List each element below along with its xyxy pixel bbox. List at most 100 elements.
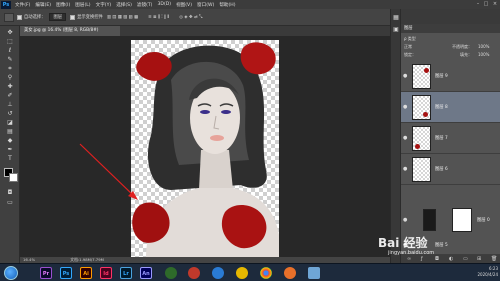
taskbar-app-chrome-icon[interactable] — [260, 267, 272, 279]
taskbar-app-indesign[interactable]: Id — [100, 267, 112, 279]
gradient-tool-icon[interactable]: ▤ — [4, 127, 16, 136]
show-transform-checkbox[interactable] — [70, 14, 76, 20]
quick-select-tool-icon[interactable]: ✎ — [4, 55, 16, 64]
menu-edit[interactable]: 编辑(E) — [35, 2, 51, 8]
menu-image[interactable]: 图像(I) — [56, 2, 70, 8]
mask-layer-row[interactable]: ● 图层 0 — [401, 205, 500, 235]
menu-help[interactable]: 帮助(H) — [219, 2, 235, 8]
lasso-tool-icon[interactable]: ℓ — [4, 46, 16, 55]
brush-tool-icon[interactable]: ✐ — [4, 91, 16, 100]
layer-filter-row[interactable]: ρ 类型 — [404, 35, 498, 42]
pen-tool-icon[interactable]: ✒ — [4, 145, 16, 154]
start-button[interactable] — [4, 266, 18, 280]
layers-panel-tab[interactable]: 图层 — [401, 24, 500, 33]
photoshop-logo: Ps — [1, 0, 11, 9]
marquee-tool-icon[interactable]: ⬚ — [4, 37, 16, 46]
panel-top-area — [401, 9, 500, 24]
collapsed-panel-strip: ▦ ▣ — [390, 9, 400, 263]
layer-mask-thumbnail[interactable] — [452, 208, 472, 232]
taskbar-app-yellow-icon[interactable] — [236, 267, 248, 279]
annotation-arrow — [79, 143, 138, 200]
menu-bar: Ps 文件(F) 编辑(E) 图像(I) 图层(L) 文字(Y) 选择(S) 滤… — [0, 0, 500, 9]
quick-mask-icon[interactable]: ◘ — [4, 188, 16, 197]
watermark-logo-text: Bai 经验 — [378, 236, 428, 250]
taskbar-app-green-icon[interactable] — [165, 267, 177, 279]
taskbar-app-qq-icon[interactable] — [212, 267, 224, 279]
visibility-eye-icon[interactable]: ● — [403, 135, 409, 141]
fill-label: 填充： — [460, 52, 472, 57]
layer-row[interactable]: ● 图层 9 — [401, 61, 500, 92]
clone-stamp-tool-icon[interactable]: ⊥ — [4, 100, 16, 109]
opacity-value[interactable]: 100% — [478, 43, 489, 50]
blend-mode-select[interactable]: 正常 — [404, 44, 412, 49]
layers-tab-label[interactable]: 图层 — [404, 26, 413, 31]
taskbar-app-premiere[interactable]: Pr — [40, 267, 52, 279]
watermark-url: jingyan.baidu.com — [388, 250, 435, 256]
layer-thumbnail — [412, 157, 431, 182]
eraser-tool-icon[interactable]: ◪ — [4, 118, 16, 127]
lock-label: 锁定： — [404, 52, 416, 57]
eyedropper-tool-icon[interactable]: ⚲ — [4, 73, 16, 82]
visibility-eye-icon[interactable]: ● — [403, 104, 409, 110]
properties-panel-icon[interactable]: ▣ — [392, 25, 400, 34]
move-tool-icon[interactable] — [4, 12, 14, 22]
menu-3d[interactable]: 3D(D) — [157, 2, 171, 7]
layer-row[interactable]: ● 图层 6 — [401, 154, 500, 185]
layer-thumbnail — [412, 95, 431, 120]
layer-row[interactable]: ● 图层 7 — [401, 123, 500, 154]
taskbar-app-orange-icon[interactable] — [284, 267, 296, 279]
layer-row-selected[interactable]: ● 图层 8 — [401, 92, 500, 123]
screen-mode-icon[interactable]: ▭ — [4, 198, 16, 207]
crop-tool-icon[interactable]: ⌗ — [4, 64, 16, 73]
history-brush-tool-icon[interactable]: ↺ — [4, 109, 16, 118]
minimize-icon[interactable]: – — [474, 0, 482, 9]
align-icons[interactable]: ▥ ▤ ▦ ▧ ▨ ▩ — [107, 15, 138, 20]
layer-thumbnail — [412, 64, 431, 89]
history-panel-icon[interactable]: ▦ — [392, 13, 400, 22]
layer-name[interactable]: 图层 7 — [435, 135, 448, 141]
taskbar-app-illustrator[interactable]: Ai — [80, 267, 92, 279]
taskbar-app-colorful-icon[interactable] — [188, 267, 200, 279]
visibility-eye-icon[interactable]: ● — [403, 217, 407, 223]
clock-date: 2020/4/24 — [477, 272, 498, 277]
auto-select-checkbox[interactable] — [17, 14, 22, 20]
menu-layer[interactable]: 图层(L) — [75, 2, 90, 8]
healing-brush-tool-icon[interactable]: ✚ — [4, 82, 16, 91]
taskbar-app-lightroom[interactable]: Lr — [120, 267, 132, 279]
layer-name[interactable]: 图层 8 — [435, 104, 448, 110]
system-clock[interactable]: 6:23 2020/4/24 — [470, 266, 498, 280]
menu-view[interactable]: 视图(V) — [176, 2, 192, 8]
background-color-swatch[interactable] — [9, 173, 18, 182]
delete-layer-icon[interactable]: 🗑 — [491, 256, 497, 262]
layer-thumbnail — [412, 126, 431, 151]
document-info[interactable]: 文档:1.98M/7.79M — [70, 257, 104, 262]
layer-name[interactable]: 图层 0 — [477, 217, 490, 223]
menu-select[interactable]: 选择(S) — [116, 2, 132, 8]
close-icon[interactable]: × — [491, 0, 499, 9]
auto-select-dropdown[interactable]: 图层 — [49, 13, 67, 21]
taskbar-app-animate[interactable]: An — [140, 267, 152, 279]
visibility-eye-icon[interactable]: ● — [403, 166, 409, 172]
layer-name[interactable]: 图层 6 — [435, 166, 448, 172]
maximize-icon[interactable]: □ — [482, 0, 490, 9]
visibility-eye-icon[interactable]: ● — [403, 73, 409, 79]
blur-tool-icon[interactable]: ◆ — [4, 136, 16, 145]
menu-file[interactable]: 文件(F) — [15, 2, 30, 8]
layer-name[interactable]: 图层 9 — [435, 73, 448, 79]
type-tool-icon[interactable]: T — [4, 154, 16, 163]
menu-filter[interactable]: 滤镜(T) — [137, 2, 153, 8]
document-tab[interactable]: 美女.jpg @ 16.4% (图层 8, RGB/8#) — [20, 26, 120, 36]
menu-type[interactable]: 文字(Y) — [96, 2, 112, 8]
layer-filter-kind[interactable]: ρ 类型 — [404, 36, 416, 41]
taskbar-app-photoshop[interactable]: Ps — [60, 267, 72, 279]
distribute-icons[interactable]: ≡ ≣ ⫼ ⫶ ‖ ⦀ — [148, 15, 169, 20]
taskbar-app-explorer-icon[interactable] — [308, 267, 320, 279]
fill-value[interactable]: 100% — [478, 51, 489, 58]
move-tool-icon[interactable]: ✥ — [4, 28, 16, 37]
menu-window[interactable]: 窗口(W) — [197, 2, 214, 8]
3d-mode-icons[interactable]: ◎ ◈ ✥ ⇄ ⤡ — [179, 15, 202, 20]
opacity-label: 不透明度： — [452, 44, 472, 49]
zoom-level[interactable]: 16.4% — [23, 257, 35, 262]
canvas-workspace[interactable] — [20, 36, 390, 260]
blend-opacity-row: 正常 不透明度： 100% — [404, 43, 498, 50]
